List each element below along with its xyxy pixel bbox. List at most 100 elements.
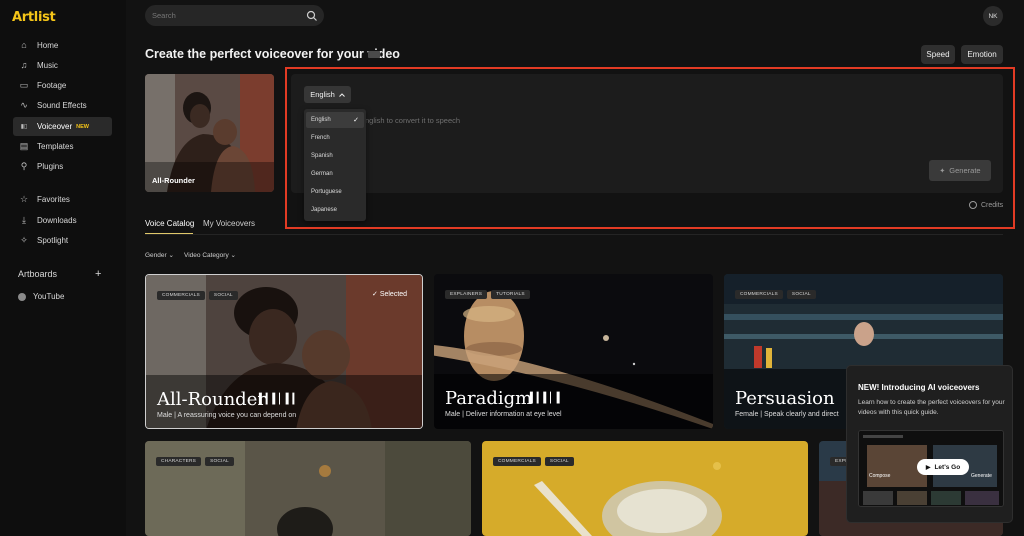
tag: COMMERCIALS <box>493 457 541 466</box>
sidebar-item-label: Plugins <box>37 162 64 171</box>
voice-title: All-Rounder <box>157 389 266 410</box>
artlist-logo[interactable]: Artlist <box>12 10 56 25</box>
tag: SOCIAL <box>208 291 238 300</box>
sidebar-item-label: Spotlight <box>37 236 69 245</box>
popup-body: Learn how to create the perfect voiceove… <box>858 399 1005 416</box>
tabs-divider <box>145 234 1003 235</box>
sidebar-item-youtube[interactable]: YouTube <box>18 292 64 301</box>
gender-filter[interactable]: Gender ⌄ <box>145 251 174 259</box>
sidebar-item-label: Downloads <box>37 216 77 225</box>
video-category-filter[interactable]: Video Category ⌄ <box>184 251 236 259</box>
sidebar-item-label: Voiceover <box>37 122 73 131</box>
intro-popup: NEW! Introducing AI voiceovers Learn how… <box>846 365 1013 523</box>
waveform-icon: ▍▎▍▏▍ <box>530 393 564 404</box>
artboards-heading: Artboards <box>18 269 58 279</box>
selected-label: Selected <box>379 291 408 298</box>
sidebar-item-label: Templates <box>37 142 74 151</box>
tag: TUTORIALS <box>491 290 530 299</box>
tag: SOCIAL <box>544 457 574 466</box>
sidebar-item-label: YouTube <box>33 292 65 301</box>
emotion-button[interactable]: Emotion <box>961 45 1003 64</box>
home-icon: ⌂ <box>21 40 27 50</box>
voice-card-image <box>482 441 808 536</box>
voice-card-paradigm[interactable]: EXPLAINERS TUTORIALS Paradigm ▍▎▍▏▍ Male… <box>434 274 713 429</box>
tag: COMMERCIALS <box>735 290 783 299</box>
favorites-icon: ☆ <box>19 194 29 204</box>
tag: COMMERCIALS <box>157 291 205 300</box>
sound-effects-icon: ∿ <box>20 100 28 110</box>
active-tab-indicator <box>145 233 193 234</box>
highlight-outline <box>285 67 1015 229</box>
chevron-down-icon: ⌄ <box>168 252 174 259</box>
sidebar-item-spotlight[interactable]: ✧ Spotlight <box>13 231 112 250</box>
speed-button[interactable]: Speed <box>921 45 955 64</box>
music-icon: ♫ <box>20 60 28 70</box>
downloads-icon: ⤓ <box>22 215 26 225</box>
sidebar: Artlist ⌂ Home ♫ Music ▭ Footage ∿ Sound… <box>0 0 126 536</box>
sidebar-item-music[interactable]: ♫ Music <box>13 56 112 75</box>
artboard-dot-icon <box>18 292 26 301</box>
sidebar-item-label: Sound Effects <box>37 101 87 110</box>
search-input[interactable] <box>152 11 302 20</box>
popup-title: NEW! Introducing AI voiceovers <box>858 383 980 392</box>
sidebar-item-plugins[interactable]: ⚲ Plugins <box>13 157 112 176</box>
sidebar-item-label: Footage <box>37 81 67 90</box>
voice-card-image <box>145 441 471 536</box>
tab-my-voiceovers[interactable]: My Voiceovers <box>203 219 255 228</box>
tag-row: COMMERCIALS SOCIAL <box>157 291 238 300</box>
voice-description: Male | A reassuring voice you can depend… <box>157 412 297 419</box>
add-artboard-button[interactable]: + <box>95 268 101 280</box>
voiceover-icon: ▮▯ <box>20 123 28 130</box>
beta-badge <box>368 51 380 58</box>
plugins-icon: ⚲ <box>20 161 28 171</box>
sidebar-item-voiceover[interactable]: ▮▯ Voiceover NEW <box>13 117 112 136</box>
selected-voice-thumbnail[interactable]: All-Rounder <box>145 74 274 192</box>
tag-row: CHARACTERS SOCIAL <box>156 457 234 466</box>
tag: SOCIAL <box>205 457 234 466</box>
search-icon[interactable] <box>306 9 318 27</box>
spotlight-icon: ✧ <box>20 235 28 245</box>
page-title: Create the perfect voiceover for your vi… <box>145 47 400 61</box>
sidebar-item-home[interactable]: ⌂ Home <box>13 36 112 55</box>
voice-description: Female | Speak clearly and direct <box>735 411 839 418</box>
sidebar-item-label: Music <box>37 61 58 70</box>
sidebar-item-label: Home <box>37 41 59 50</box>
search-bar[interactable] <box>145 5 324 26</box>
filter-label: Video Category <box>184 252 229 259</box>
preview-label: Compose <box>869 473 891 479</box>
tag-row: COMMERCIALS SOCIAL <box>735 290 816 299</box>
tag-row: EXPLAINERS TUTORIALS <box>445 290 530 299</box>
footage-icon: ▭ <box>19 80 29 90</box>
play-icon: ▶ <box>925 464 931 471</box>
waveform-icon: ▍▎▍▏▍▎ <box>259 394 300 405</box>
voice-title: Persuasion <box>735 388 835 409</box>
sidebar-item-templates[interactable]: ▤ Templates <box>13 137 112 156</box>
sidebar-item-label: Favorites <box>37 195 70 204</box>
avatar[interactable]: NK <box>983 6 1003 26</box>
voice-title: Paradigm <box>445 388 533 409</box>
new-badge: NEW <box>76 123 89 130</box>
voice-card-characters[interactable]: CHARACTERS SOCIAL <box>145 441 471 536</box>
voice-name-label: All-Rounder <box>152 176 195 185</box>
sidebar-item-downloads[interactable]: ⤓ Downloads <box>13 211 112 230</box>
sidebar-item-sound-effects[interactable]: ∿ Sound Effects <box>13 96 112 115</box>
tag: SOCIAL <box>786 290 816 299</box>
sidebar-item-favorites[interactable]: ☆ Favorites <box>13 190 112 209</box>
lets-go-button[interactable]: ▶ Let's Go <box>917 459 969 475</box>
sidebar-item-footage[interactable]: ▭ Footage <box>13 76 112 95</box>
voice-card-all-rounder[interactable]: COMMERCIALS SOCIAL ✓ Selected All-Rounde… <box>145 274 423 429</box>
voice-card-commercials[interactable]: COMMERCIALS SOCIAL <box>482 441 808 536</box>
voice-description: Male | Deliver information at eye level <box>445 411 562 418</box>
voice-photo <box>145 74 274 192</box>
tag: EXPLAINERS <box>445 290 488 299</box>
templates-icon: ▤ <box>19 141 29 151</box>
chevron-down-icon: ⌄ <box>230 252 236 259</box>
preview-label: Generate <box>971 473 992 479</box>
tab-voice-catalog[interactable]: Voice Catalog <box>145 219 194 228</box>
selected-indicator: ✓ Selected <box>372 290 407 298</box>
tag: CHARACTERS <box>156 457 202 466</box>
filter-label: Gender <box>145 252 167 259</box>
tag-row: COMMERCIALS SOCIAL <box>493 457 574 466</box>
check-icon: ✓ <box>372 291 380 298</box>
lets-go-label: Let's Go <box>934 463 961 471</box>
